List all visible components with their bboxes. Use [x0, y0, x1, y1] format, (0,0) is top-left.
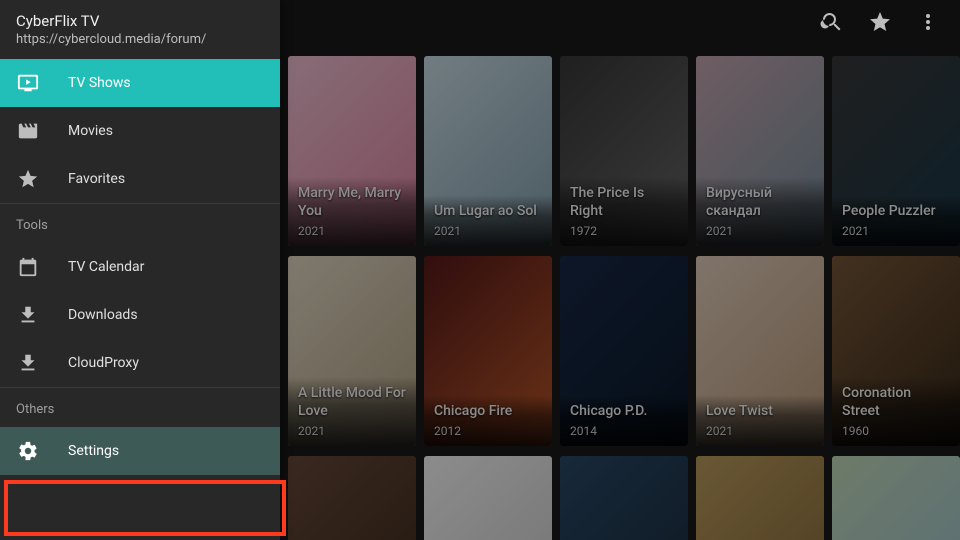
section-header-tools: Tools: [0, 203, 280, 243]
show-card[interactable]: Coronation Street 1960: [832, 256, 960, 446]
favorite-icon[interactable]: [868, 10, 892, 38]
show-year: 2014: [570, 424, 678, 438]
nav-item-downloads[interactable]: Downloads: [0, 291, 280, 339]
show-year: 2021: [706, 424, 814, 438]
grid-row: Marry Me, Marry You 2021 Um Lugar ao Sol 2…: [288, 56, 952, 246]
nav-item-cloudproxy[interactable]: CloudProxy: [0, 339, 280, 387]
show-card[interactable]: Chicago P.D. 2014: [560, 256, 688, 446]
download-icon: [16, 303, 40, 327]
nav-item-settings[interactable]: Settings: [0, 427, 280, 475]
tv-icon: [16, 71, 40, 95]
nav-label: TV Shows: [68, 75, 131, 91]
show-card[interactable]: The Price Is Right 1972: [560, 56, 688, 246]
show-title: Вирусный скандал: [706, 185, 814, 220]
show-card[interactable]: [560, 456, 688, 540]
download-icon: [16, 351, 40, 375]
show-year: 2021: [842, 224, 950, 238]
show-title: A Little Mood For Love: [298, 385, 406, 420]
calendar-icon: [16, 255, 40, 279]
nav-label: Movies: [68, 123, 113, 139]
nav-item-tvcalendar[interactable]: TV Calendar: [0, 243, 280, 291]
show-card[interactable]: [696, 456, 824, 540]
show-title: Chicago P.D.: [570, 403, 678, 421]
section-header-others: Others: [0, 387, 280, 427]
grid-row: A Little Mood For Love 2021 Chicago Fire 2…: [288, 256, 952, 446]
show-year: 2012: [434, 424, 542, 438]
show-card[interactable]: Chicago Fire 2012: [424, 256, 552, 446]
app-subtitle: https://cybercloud.media/forum/: [16, 32, 264, 47]
show-title: The Price Is Right: [570, 185, 678, 220]
show-card[interactable]: [424, 456, 552, 540]
nav-item-tvshows[interactable]: TV Shows: [0, 59, 280, 107]
nav-label: Downloads: [68, 307, 138, 323]
show-title: Marry Me, Marry You: [298, 185, 406, 220]
nav-label: Settings: [68, 443, 119, 459]
show-title: Love Twist: [706, 403, 814, 421]
show-card[interactable]: People Puzzler 2021: [832, 56, 960, 246]
movie-icon: [16, 119, 40, 143]
nav-item-favorites[interactable]: Favorites: [0, 155, 280, 203]
show-card[interactable]: Love Twist 2021: [696, 256, 824, 446]
nav-label: TV Calendar: [68, 259, 144, 275]
show-title: People Puzzler: [842, 203, 950, 221]
show-card[interactable]: A Little Mood For Love 2021: [288, 256, 416, 446]
show-year: 1960: [842, 424, 950, 438]
more-vert-icon[interactable]: [916, 10, 940, 38]
search-icon[interactable]: [820, 10, 844, 38]
show-year: 1972: [570, 224, 678, 238]
show-year: 2021: [298, 224, 406, 238]
drawer-header: CyberFlix TV https://cybercloud.media/fo…: [0, 0, 280, 59]
grid-row: [288, 456, 952, 540]
star-icon: [16, 167, 40, 191]
navigation-drawer: CyberFlix TV https://cybercloud.media/fo…: [0, 0, 280, 540]
show-year: 2021: [706, 224, 814, 238]
show-title: Um Lugar ao Sol: [434, 203, 542, 221]
show-card[interactable]: [288, 456, 416, 540]
show-year: 2021: [298, 424, 406, 438]
show-card[interactable]: [832, 456, 960, 540]
gear-icon: [16, 439, 40, 463]
show-title: Coronation Street: [842, 385, 950, 420]
show-card[interactable]: Вирусный скандал 2021: [696, 56, 824, 246]
show-card[interactable]: Marry Me, Marry You 2021: [288, 56, 416, 246]
app-title: CyberFlix TV: [16, 12, 264, 30]
show-title: Chicago Fire: [434, 403, 542, 421]
show-year: 2021: [434, 224, 542, 238]
top-action-bar: [800, 0, 960, 48]
show-card[interactable]: Um Lugar ao Sol 2021: [424, 56, 552, 246]
nav-label: CloudProxy: [68, 355, 139, 371]
nav-label: Favorites: [68, 171, 125, 187]
nav-item-movies[interactable]: Movies: [0, 107, 280, 155]
